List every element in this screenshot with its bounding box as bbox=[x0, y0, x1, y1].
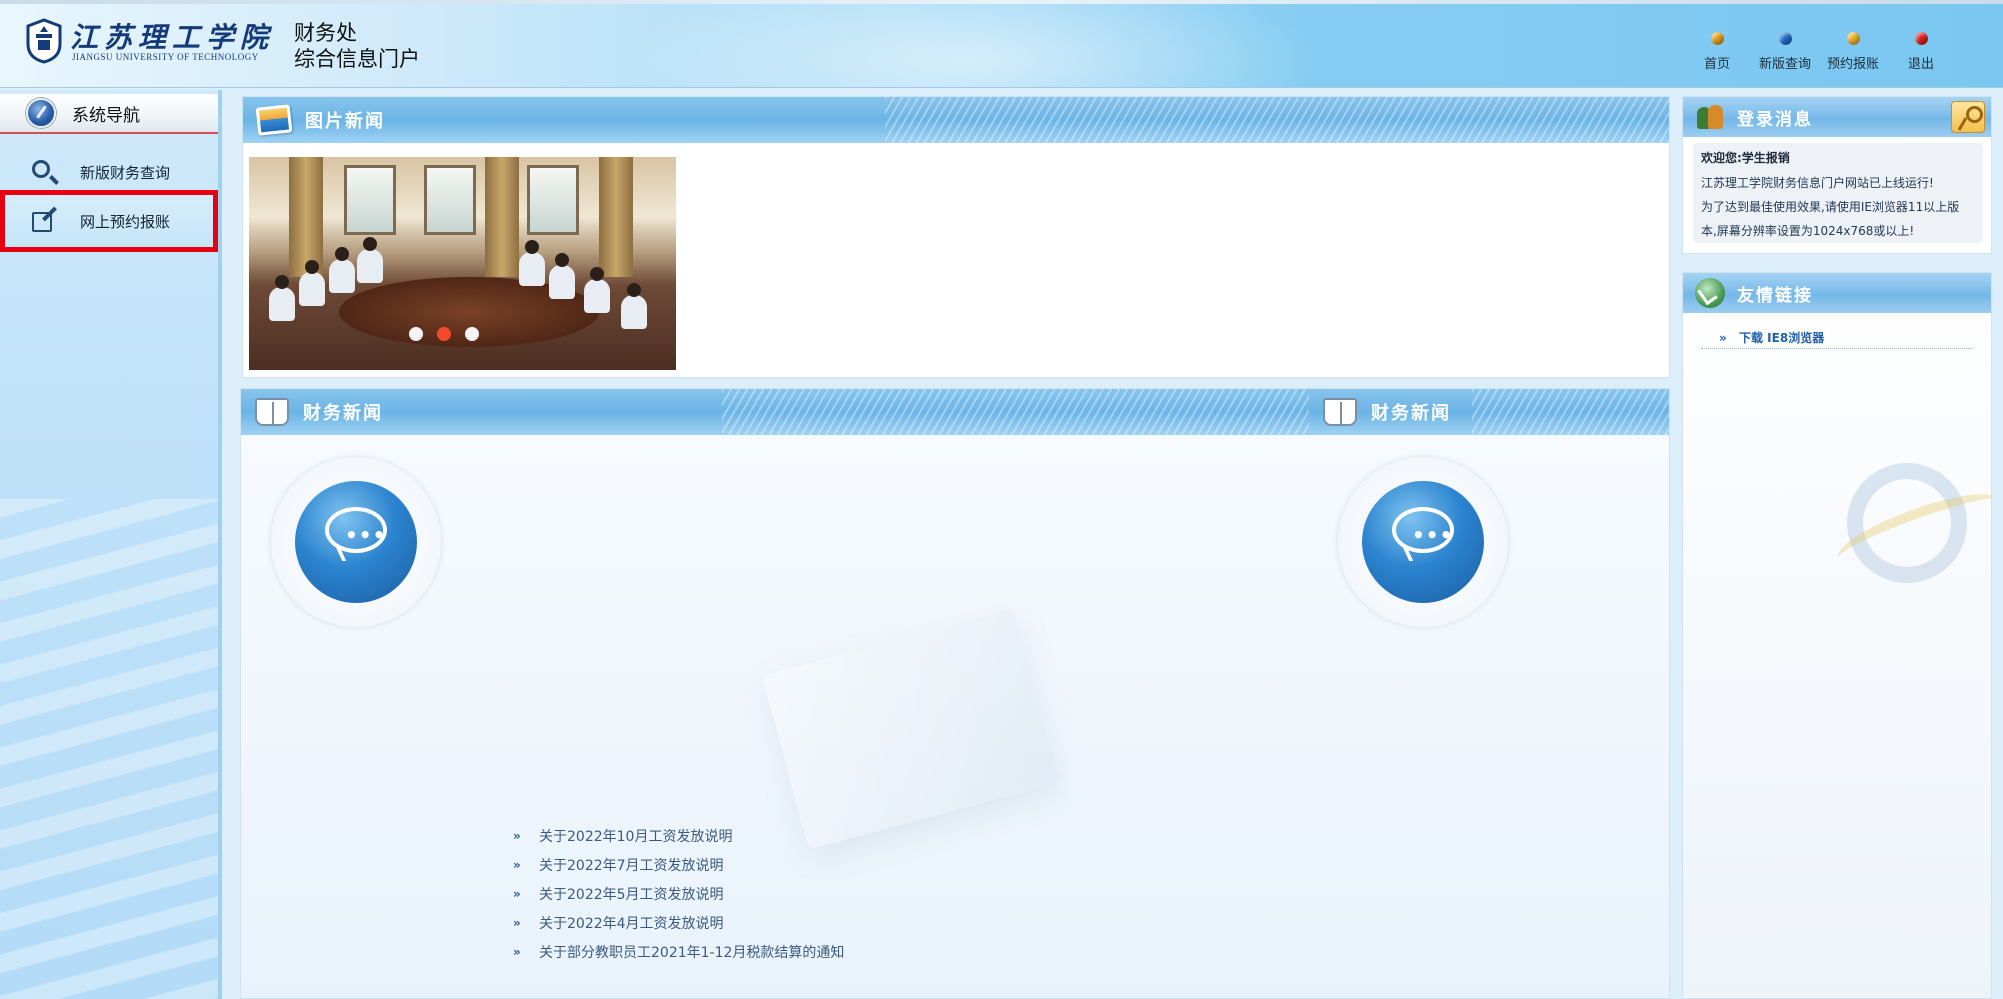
login-message-header: 登录消息 bbox=[1683, 97, 1991, 137]
nav-home-label: 首页 bbox=[1703, 57, 1730, 72]
sidebar-header: 系统导航 bbox=[0, 94, 218, 134]
list-item[interactable]: » 关于部分教职员工2021年1-12月税款结算的通知 bbox=[513, 937, 844, 966]
login-message-body: 欢迎您:学生报销 江苏理工学院财务信息门户网站已上线运行! 为了达到最佳使用效果… bbox=[1693, 143, 1983, 243]
list-item[interactable]: » 关于2022年4月工资发放说明 bbox=[513, 908, 844, 937]
list-item[interactable]: » 关于2022年5月工资发放说明 bbox=[513, 879, 844, 908]
slide-dot-3[interactable] bbox=[465, 327, 479, 341]
news-item-title: 关于部分教职员工2021年1-12月税款结算的通知 bbox=[539, 944, 845, 961]
photo-icon bbox=[255, 104, 293, 136]
university-seal-icon bbox=[26, 18, 62, 64]
list-item[interactable]: » 关于2022年7月工资发放说明 bbox=[513, 850, 844, 879]
sidebar: 系统导航 新版财务查询 网上预约报账 bbox=[0, 90, 222, 999]
sidebar-decoration bbox=[0, 499, 218, 999]
friend-links-title: 友情链接 bbox=[1737, 285, 1813, 306]
link-label: 下载 IE8浏览器 bbox=[1739, 331, 1825, 345]
query-dot-icon bbox=[1778, 32, 1792, 45]
nav-reserve[interactable]: 预约报账 bbox=[1819, 32, 1887, 72]
nav-new-query-label: 新版查询 bbox=[1758, 57, 1811, 72]
compass-icon bbox=[26, 98, 56, 128]
header-topline bbox=[0, 0, 2003, 4]
logo-english: JIANGSU UNIVERSITY OF TECHNOLOGY bbox=[72, 52, 259, 62]
header: 江苏理工学院 JIANGSU UNIVERSITY OF TECHNOLOGY … bbox=[0, 0, 2003, 88]
slider-dots bbox=[409, 327, 479, 341]
login-message-title: 登录消息 bbox=[1737, 109, 1813, 130]
key-icon[interactable] bbox=[1951, 101, 1985, 133]
chevron-double-icon: » bbox=[513, 886, 521, 901]
list-item[interactable]: » 关于2022年10月工资发放说明 bbox=[513, 821, 844, 850]
friend-links-header: 友情链接 bbox=[1683, 273, 1991, 313]
chevron-double-icon: » bbox=[513, 857, 521, 872]
nav-home[interactable]: 首页 bbox=[1683, 32, 1751, 72]
chevron-double-icon: » bbox=[1719, 330, 1727, 345]
nav-exit[interactable]: 退出 bbox=[1887, 32, 1955, 72]
photo-news-title: 图片新闻 bbox=[305, 111, 385, 132]
slide-dot-1[interactable] bbox=[409, 327, 423, 341]
news-item-title: 关于2022年4月工资发放说明 bbox=[539, 915, 724, 932]
photo-news-header: 图片新闻 bbox=[243, 97, 1669, 143]
sidebar-item-label: 网上预约报账 bbox=[80, 212, 171, 231]
globe-icon bbox=[1695, 278, 1725, 308]
chevron-double-icon: » bbox=[513, 944, 521, 959]
link-download-ie8[interactable]: » 下载 IE8浏览器 bbox=[1701, 327, 1973, 349]
finance-news-header-left: 财务新闻 bbox=[241, 389, 1309, 435]
edit-icon bbox=[30, 208, 56, 234]
news-item-title: 关于2022年10月工资发放说明 bbox=[539, 828, 733, 845]
users-icon bbox=[1695, 103, 1725, 131]
photo-news-panel: 图片新闻 bbox=[242, 96, 1670, 378]
search-icon bbox=[30, 159, 56, 185]
news-photo[interactable] bbox=[249, 157, 676, 370]
reserve-dot-icon bbox=[1846, 32, 1860, 45]
finance-news-title-right: 财务新闻 bbox=[1371, 403, 1451, 424]
chevron-double-icon: » bbox=[513, 915, 521, 930]
nav-exit-label: 退出 bbox=[1907, 57, 1934, 72]
book-icon bbox=[1323, 398, 1357, 426]
site-title-portal: 综合信息门户 bbox=[294, 47, 420, 71]
home-dot-icon bbox=[1710, 32, 1724, 45]
sidebar-item-online-reservation[interactable]: 网上预约报账 bbox=[0, 190, 218, 252]
friend-links-panel: 友情链接 » 下载 IE8浏览器 bbox=[1682, 272, 1992, 999]
sidebar-item-label: 新版财务查询 bbox=[80, 163, 171, 182]
message-line: 江苏理工学院财务信息门户网站已上线运行! bbox=[1701, 176, 1934, 190]
news-item-title: 关于2022年7月工资发放说明 bbox=[539, 857, 724, 874]
top-nav: 首页 新版查询 预约报账 退出 bbox=[1683, 32, 1955, 72]
news-item-title: 关于2022年5月工资发放说明 bbox=[539, 886, 724, 903]
book-icon bbox=[255, 398, 289, 426]
ie-logo-icon bbox=[1847, 463, 1967, 583]
message-line: 为了达到最佳使用效果,请使用IE浏览器11以上版 bbox=[1701, 200, 1960, 214]
logo-text: 江苏理工学院 bbox=[70, 21, 275, 54]
exit-dot-icon bbox=[1914, 32, 1928, 45]
chevron-double-icon: » bbox=[513, 828, 521, 843]
chat-bubble-icon: ••• bbox=[271, 457, 441, 627]
chat-bubble-icon: ••• bbox=[1338, 457, 1508, 627]
finance-news-list: » 关于2022年10月工资发放说明 » 关于2022年7月工资发放说明 » 关… bbox=[513, 821, 844, 966]
welcome-text: 欢迎您:学生报销 bbox=[1701, 151, 1790, 165]
message-line: 本,屏幕分辨率设置为1024x768或以上! bbox=[1701, 224, 1915, 238]
finance-news-title-left: 财务新闻 bbox=[303, 403, 383, 424]
sidebar-title: 系统导航 bbox=[72, 105, 140, 126]
finance-news-header-right: 财务新闻 bbox=[1309, 389, 1669, 435]
login-message-panel: 登录消息 欢迎您:学生报销 江苏理工学院财务信息门户网站已上线运行! 为了达到最… bbox=[1682, 96, 1992, 254]
slide-dot-2[interactable] bbox=[437, 327, 451, 341]
nav-reserve-label: 预约报账 bbox=[1826, 57, 1879, 72]
nav-new-query[interactable]: 新版查询 bbox=[1751, 32, 1819, 72]
finance-news-panel: 财务新闻 财务新闻 ••• ••• » 关于2022年10月工资发放说明 » 关… bbox=[240, 388, 1670, 999]
